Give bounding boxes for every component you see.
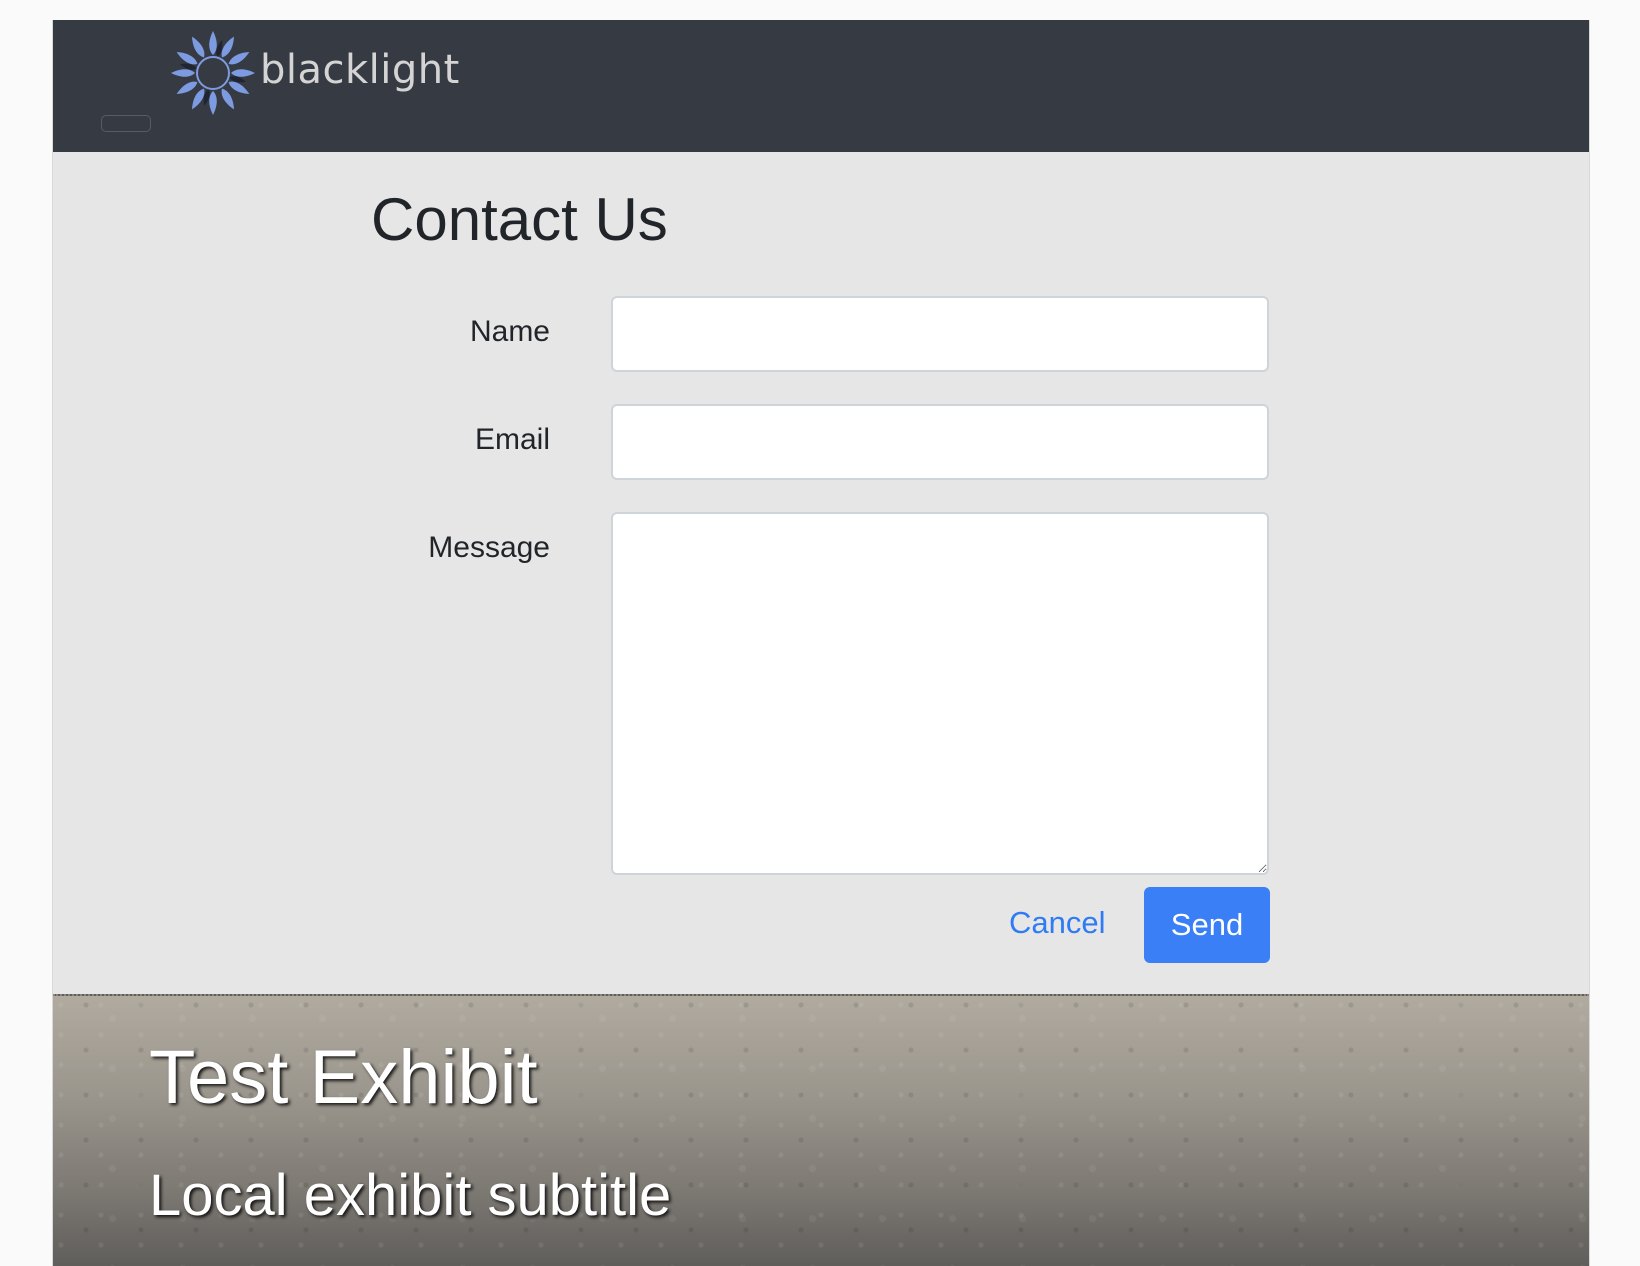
logo-text: blacklight [260, 47, 460, 93]
name-field[interactable] [611, 296, 1269, 372]
cancel-link[interactable]: Cancel [1009, 905, 1106, 941]
blacklight-sun-logo-icon [171, 31, 255, 115]
contact-title: Contact Us [371, 186, 668, 253]
navbar-toggler-button[interactable] [101, 115, 151, 132]
exhibit-title: Test Exhibit [149, 1035, 538, 1120]
exhibit-subtitle: Local exhibit subtitle [149, 1163, 672, 1228]
blacklight-logo-link[interactable]: blacklight [168, 28, 460, 118]
exhibit-masthead: Test Exhibit Local exhibit subtitle [53, 994, 1589, 1266]
send-button[interactable]: Send [1144, 887, 1270, 963]
message-label: Message [428, 531, 550, 564]
top-navbar: blacklight [53, 20, 1589, 152]
contact-form-section: Contact Us Name Email Message Cancel Sen… [53, 152, 1589, 1014]
email-label: Email [474, 423, 550, 456]
name-label: Name [469, 315, 550, 348]
page-frame: blacklight Contact Us Name Email Message… [52, 20, 1590, 1266]
email-field[interactable] [611, 404, 1269, 480]
message-field[interactable] [611, 512, 1269, 875]
